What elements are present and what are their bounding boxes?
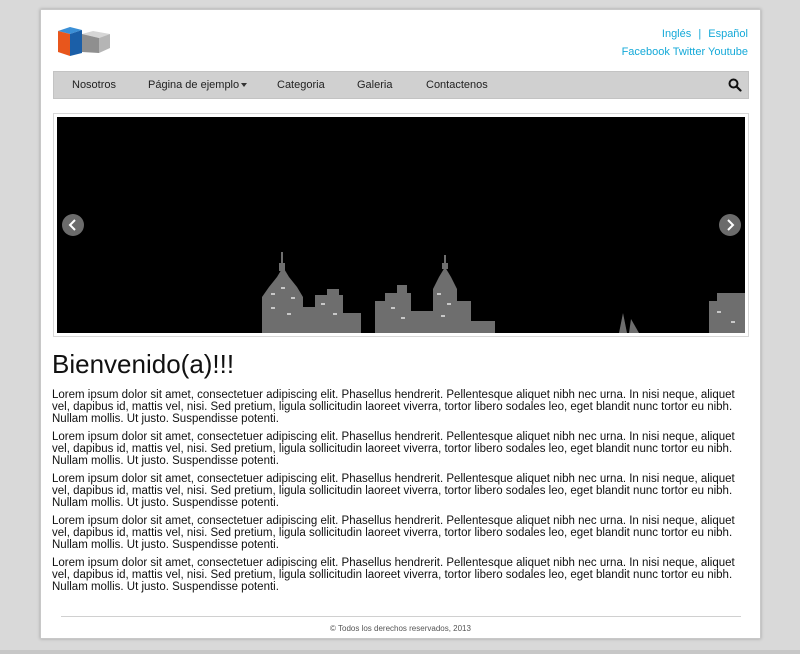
page-container: Inglés | Español Facebook Twitter Youtub… [40, 9, 761, 639]
nav-item-pagina-ejemplo-label: Página de ejemplo [148, 79, 240, 91]
bottom-strip [0, 650, 800, 654]
search-icon[interactable] [728, 78, 742, 92]
footer-divider [61, 616, 741, 617]
nav-item-pagina-ejemplo[interactable]: Página de ejemplo [148, 72, 248, 98]
image-carousel [53, 113, 749, 337]
content-paragraph: Lorem ipsum dolor sit amet, consectetuer… [52, 515, 735, 551]
city-skyline-image [57, 117, 745, 333]
lang-spanish-link[interactable]: Español [708, 28, 748, 40]
main-navbar: Nosotros Página de ejemplo Categoria Gal… [53, 71, 749, 99]
carousel-prev-button[interactable] [62, 214, 84, 236]
content-paragraph: Lorem ipsum dolor sit amet, consectetuer… [52, 431, 735, 467]
youtube-link[interactable]: Youtube [708, 46, 748, 58]
carousel-next-button[interactable] [719, 214, 741, 236]
nav-item-categoria[interactable]: Categoria [277, 72, 325, 98]
main-content: Lorem ipsum dolor sit amet, consectetuer… [52, 389, 750, 599]
twitter-link[interactable]: Twitter [673, 46, 705, 58]
carousel-slide [57, 117, 745, 333]
site-logo[interactable] [53, 25, 111, 61]
chevron-left-icon [68, 219, 76, 231]
facebook-link[interactable]: Facebook [622, 46, 670, 58]
content-paragraph: Lorem ipsum dolor sit amet, consectetuer… [52, 389, 735, 425]
footer-copyright: © Todos los derechos reservados, 2013 [330, 624, 471, 633]
content-paragraph: Lorem ipsum dolor sit amet, consectetuer… [52, 473, 735, 509]
nav-item-contactenos[interactable]: Contactenos [426, 72, 488, 98]
nav-item-galeria[interactable]: Galeria [357, 72, 392, 98]
page-title: Bienvenido(a)!!! [52, 349, 235, 379]
lang-english-link[interactable]: Inglés [662, 28, 691, 40]
top-links: Inglés | Español Facebook Twitter Youtub… [622, 25, 748, 61]
lang-separator: | [698, 28, 702, 40]
caret-down-icon [241, 83, 248, 88]
chevron-right-icon [727, 219, 735, 231]
content-paragraph: Lorem ipsum dolor sit amet, consectetuer… [52, 557, 735, 593]
nav-item-nosotros[interactable]: Nosotros [72, 72, 116, 98]
